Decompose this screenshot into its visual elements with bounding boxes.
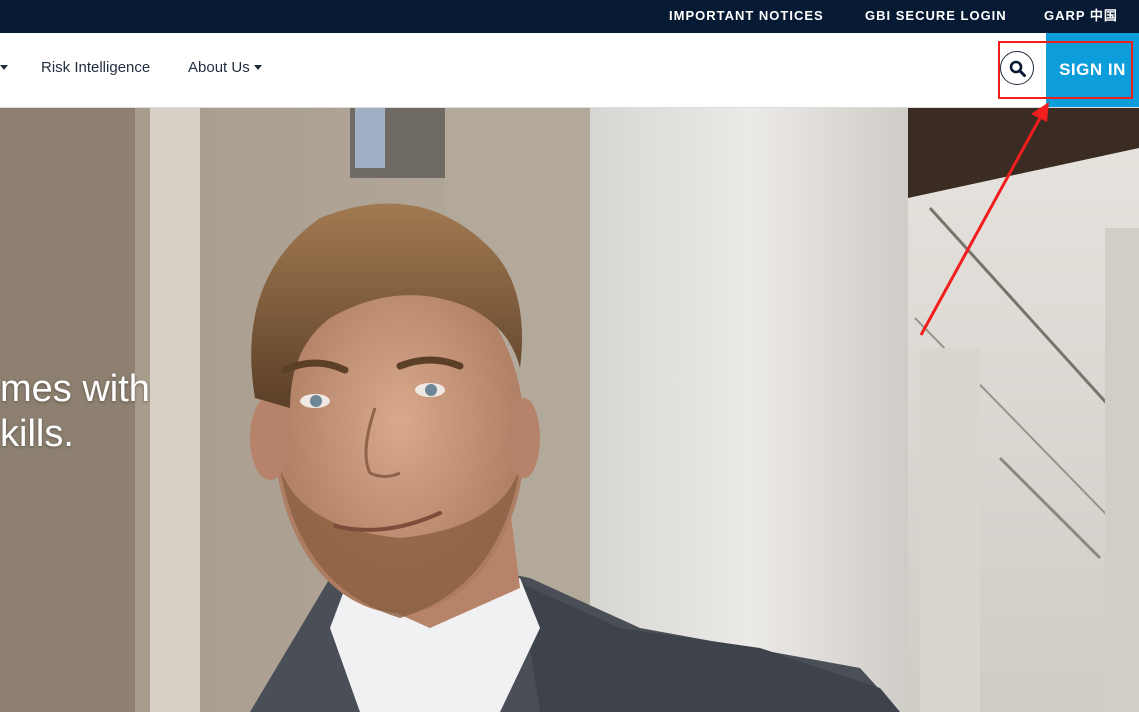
dropdown-caret-icon bbox=[253, 64, 262, 70]
sign-in-button[interactable]: SIGN IN bbox=[1046, 33, 1139, 107]
hero-banner: mes with kills. bbox=[0, 108, 1139, 712]
important-notices-link[interactable]: IMPORTANT NOTICES bbox=[669, 0, 824, 33]
nav-item-label: About Us bbox=[188, 59, 250, 76]
nav-item-label: Risk Intelligence bbox=[41, 59, 151, 76]
search-button[interactable] bbox=[1000, 51, 1034, 85]
main-nav: Risk Intelligence About Us SIGN IN bbox=[0, 33, 1139, 108]
dropdown-caret-icon bbox=[0, 64, 8, 70]
utility-bar: IMPORTANT NOTICES GBI SECURE LOGIN GARP … bbox=[0, 0, 1139, 33]
nav-item-truncated[interactable] bbox=[0, 33, 18, 103]
hero-headline-line-2: kills. bbox=[0, 413, 74, 455]
search-icon bbox=[1009, 60, 1026, 77]
garp-china-link[interactable]: GARP 中国 bbox=[1044, 0, 1118, 33]
hero-background-image bbox=[0, 108, 1139, 712]
nav-item-about-us[interactable]: About Us bbox=[188, 33, 262, 103]
gbi-secure-login-link[interactable]: GBI SECURE LOGIN bbox=[865, 0, 1007, 33]
hero-headline-line-1: mes with bbox=[0, 368, 150, 410]
hero-headline: mes with kills. bbox=[0, 367, 150, 457]
nav-item-risk-intelligence[interactable]: Risk Intelligence bbox=[41, 33, 150, 103]
